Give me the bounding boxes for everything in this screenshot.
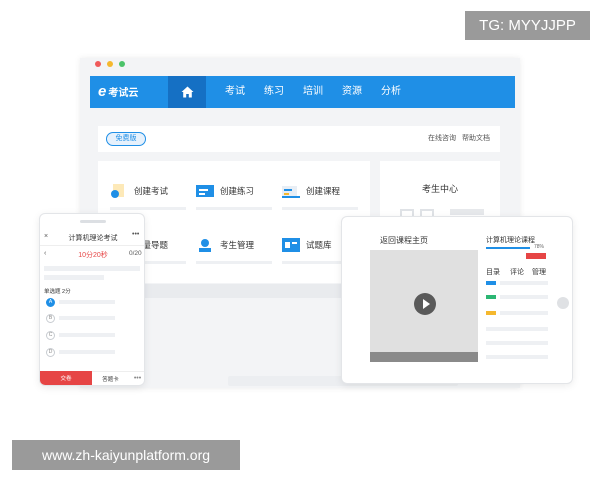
exam-title: 计算机理论考试 [68, 235, 118, 242]
phone-footer: 交卷 答题卡 ••• [40, 371, 144, 385]
option-a[interactable]: A [46, 298, 55, 307]
more-icon[interactable]: ••• [132, 231, 139, 238]
course-icon [282, 186, 300, 198]
video-control-bar[interactable] [370, 352, 478, 362]
nav-item-training[interactable]: 培训 [303, 76, 323, 108]
tile-create-course[interactable]: 创建课程 [282, 177, 368, 217]
question-text-line [44, 266, 140, 271]
maximize-dot[interactable] [119, 61, 125, 67]
free-plan-badge[interactable]: 免费版 [106, 132, 146, 146]
close-dot[interactable] [95, 61, 101, 67]
chapter-row[interactable] [500, 281, 548, 285]
tile-label: 考生管理 [220, 240, 255, 250]
option-text [59, 350, 115, 354]
tab-comments[interactable]: 评论 [510, 267, 524, 277]
question-type: 单选题 2分 [44, 289, 71, 295]
practice-icon [196, 185, 214, 197]
tile-label: 创建课程 [306, 186, 341, 196]
course-progress-label: 78% [534, 244, 545, 250]
online-consult-link[interactable]: 在线咨询 [428, 133, 456, 143]
option-text [59, 300, 115, 304]
question-counter: 0/20 [129, 250, 142, 257]
video-player[interactable] [370, 250, 478, 362]
tile-underline [110, 207, 186, 210]
tab-manage[interactable]: 管理 [532, 267, 546, 277]
placeholder-bar [450, 209, 484, 215]
submit-button[interactable]: 交卷 [40, 371, 92, 385]
chapter-marker [486, 311, 496, 315]
nav-item-exam[interactable]: 考试 [225, 76, 245, 108]
brand-name: 考试云 [108, 88, 139, 99]
tab-catalog[interactable]: 目录 [486, 267, 500, 277]
option-text [59, 333, 115, 337]
course-title: 计算机理论课程 [486, 237, 535, 244]
course-action-button[interactable] [526, 253, 546, 259]
chapter-row[interactable] [500, 295, 548, 299]
tile-create-practice[interactable]: 创建练习 [196, 177, 282, 217]
chapter-marker [486, 295, 496, 299]
tablet-device: 返回课程主页 计算机理论课程 78% 目录 评论 管理 [341, 216, 573, 384]
help-docs-link[interactable]: 帮助文档 [462, 133, 490, 143]
home-icon [181, 86, 193, 98]
top-navbar: e 考试云 考试 练习 培训 资源 分析 [90, 76, 515, 108]
course-progress-bar [486, 247, 530, 249]
screenshot-stage: TG: MYYJJPP e 考试云 考试 练习 培训 资源 分析 免费版 在线咨… [0, 0, 600, 480]
tile-underline [282, 207, 358, 210]
nav-home[interactable] [168, 76, 206, 108]
chapter-row[interactable] [486, 327, 548, 331]
exam-icon [111, 184, 124, 198]
tile-create-exam[interactable]: 创建考试 [110, 177, 196, 217]
option-d[interactable]: D [46, 348, 55, 357]
answer-sheet-button[interactable]: 答题卡 [92, 371, 129, 385]
tile-student-manage[interactable]: 考生管理 [196, 231, 282, 271]
option-text [59, 316, 115, 320]
tile-underline [196, 261, 272, 264]
question-text-line [44, 275, 104, 280]
brand-letter: e [98, 83, 107, 100]
back-to-course-link[interactable]: 返回课程主页 [380, 235, 428, 246]
student-center-title: 考生中心 [421, 184, 458, 194]
option-c[interactable]: C [46, 331, 55, 340]
tile-label: 试题库 [306, 240, 332, 250]
minimize-dot[interactable] [107, 61, 113, 67]
watermark-top: TG: MYYJJPP [465, 11, 590, 40]
window-controls [95, 61, 125, 67]
brand-logo[interactable]: e 考试云 [98, 76, 138, 108]
tile-underline [196, 207, 272, 210]
sub-header: 免费版 在线咨询 帮助文档 [98, 126, 500, 152]
tile-label: 创建练习 [220, 186, 255, 196]
nav-item-practice[interactable]: 练习 [264, 76, 284, 108]
divider [40, 245, 144, 246]
chapter-row[interactable] [486, 355, 548, 359]
nav-item-analysis[interactable]: 分析 [381, 76, 401, 108]
nav-item-resources[interactable]: 资源 [342, 76, 362, 108]
footer-more-icon[interactable]: ••• [129, 371, 144, 385]
question-bank-icon [282, 238, 300, 252]
play-icon[interactable] [414, 293, 436, 315]
chapter-row[interactable] [486, 341, 548, 345]
phone-speaker [80, 220, 106, 223]
tile-label: 创建考试 [134, 186, 169, 196]
chapter-marker [486, 281, 496, 285]
watermark-bottom: www.zh-kaiyunplatform.org [12, 440, 240, 470]
phone-device: × 计算机理论考试 ••• ‹ 10分20秒 0/20 单选题 2分 A B C… [39, 213, 145, 386]
chapter-row[interactable] [500, 311, 548, 315]
option-b[interactable]: B [46, 314, 55, 323]
user-manage-icon [199, 239, 211, 252]
tablet-home-button[interactable] [557, 297, 569, 309]
